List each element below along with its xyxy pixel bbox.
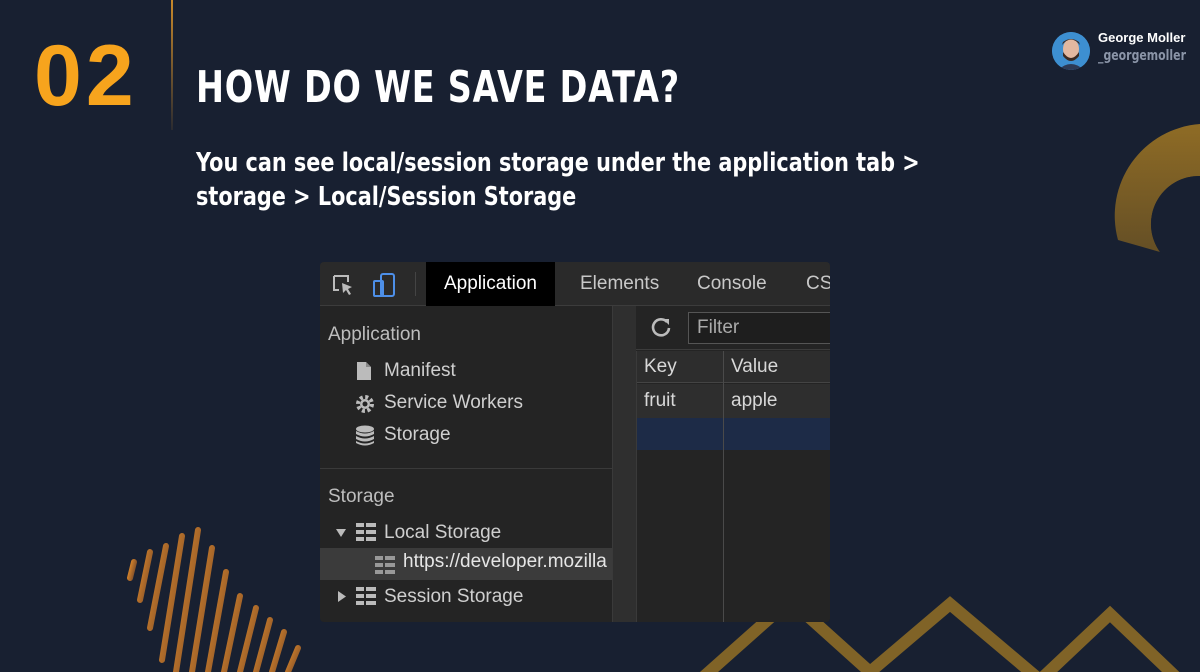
section-divider: [320, 468, 612, 469]
sidebar-item-label: Manifest: [384, 360, 456, 381]
triangle-right-icon[interactable]: [338, 591, 347, 602]
sidebar-item-storage[interactable]: Storage: [350, 420, 612, 450]
devtools-panel: Application Elements Console CS Applicat…: [320, 262, 830, 622]
gear-icon: [356, 395, 374, 413]
author-handle: _georgemoller: [1098, 48, 1186, 64]
slide-number: 02: [34, 28, 138, 124]
table-header: Key Value: [636, 351, 830, 383]
cell-value: apple: [731, 390, 778, 411]
device-toolbar-icon[interactable]: [372, 272, 398, 298]
slide-subtitle: You can see local/session storage under …: [196, 146, 920, 214]
sidebar-item-label: Session Storage: [384, 586, 524, 607]
sidebar-item-label: Local Storage: [384, 522, 502, 543]
table-icon: [356, 523, 376, 541]
grid-border: [636, 351, 637, 622]
element-picker-icon[interactable]: [330, 272, 356, 298]
column-header-key[interactable]: Key: [644, 356, 677, 378]
triangle-down-icon[interactable]: [336, 529, 346, 538]
author-badge: George Moller _georgemoller: [1052, 30, 1194, 70]
table-row[interactable]: fruit apple: [636, 384, 830, 418]
database-icon: [356, 425, 374, 446]
refresh-icon[interactable]: [650, 316, 672, 338]
toolbar-separator: [415, 272, 416, 296]
tab-application[interactable]: Application: [426, 262, 555, 306]
file-icon: [357, 362, 371, 380]
arc-decoration: [1114, 124, 1200, 252]
cell-key: fruit: [644, 390, 676, 411]
column-header-value[interactable]: Value: [731, 356, 778, 378]
tab-elements[interactable]: Elements: [580, 262, 659, 306]
table-icon: [375, 556, 395, 574]
subtitle-line-2: storage > Local/Session Storage: [196, 182, 577, 212]
section-storage: Storage: [328, 486, 395, 507]
table-row-empty-selected[interactable]: [636, 418, 830, 450]
subtitle-line-1: You can see local/session storage under …: [196, 148, 920, 178]
tab-console[interactable]: Console: [697, 262, 767, 306]
sidebar-item-label: https://developer.mozilla: [403, 551, 607, 572]
slide-title: HOW DO WE SAVE DATA?: [196, 62, 680, 113]
author-name: George Moller: [1098, 30, 1186, 45]
storage-table-pane: Key Value fruit apple: [636, 306, 830, 622]
sidebar-item-service-workers[interactable]: Service Workers: [350, 388, 612, 418]
column-divider: [723, 351, 724, 622]
sidebar-item-session-storage[interactable]: Session Storage: [334, 582, 612, 612]
sidebar-item-label: Service Workers: [384, 392, 524, 413]
devtools-toolbar: Application Elements Console CS: [320, 262, 830, 306]
filter-bar: [636, 306, 830, 350]
sidebar-resizer[interactable]: [612, 306, 636, 622]
stripes-decoration: [127, 527, 301, 672]
sidebar-item-local-origin[interactable]: https://developer.mozilla: [320, 548, 612, 580]
sidebar-item-label: Storage: [384, 424, 451, 445]
avatar: [1052, 32, 1090, 70]
tab-sources[interactable]: CS: [806, 262, 830, 306]
sidebar-item-manifest[interactable]: Manifest: [350, 356, 612, 386]
filter-input[interactable]: [688, 312, 830, 344]
title-divider: [171, 0, 173, 130]
sidebar-item-local-storage[interactable]: Local Storage: [334, 518, 612, 548]
section-application: Application: [328, 324, 421, 345]
table-icon: [356, 587, 376, 605]
